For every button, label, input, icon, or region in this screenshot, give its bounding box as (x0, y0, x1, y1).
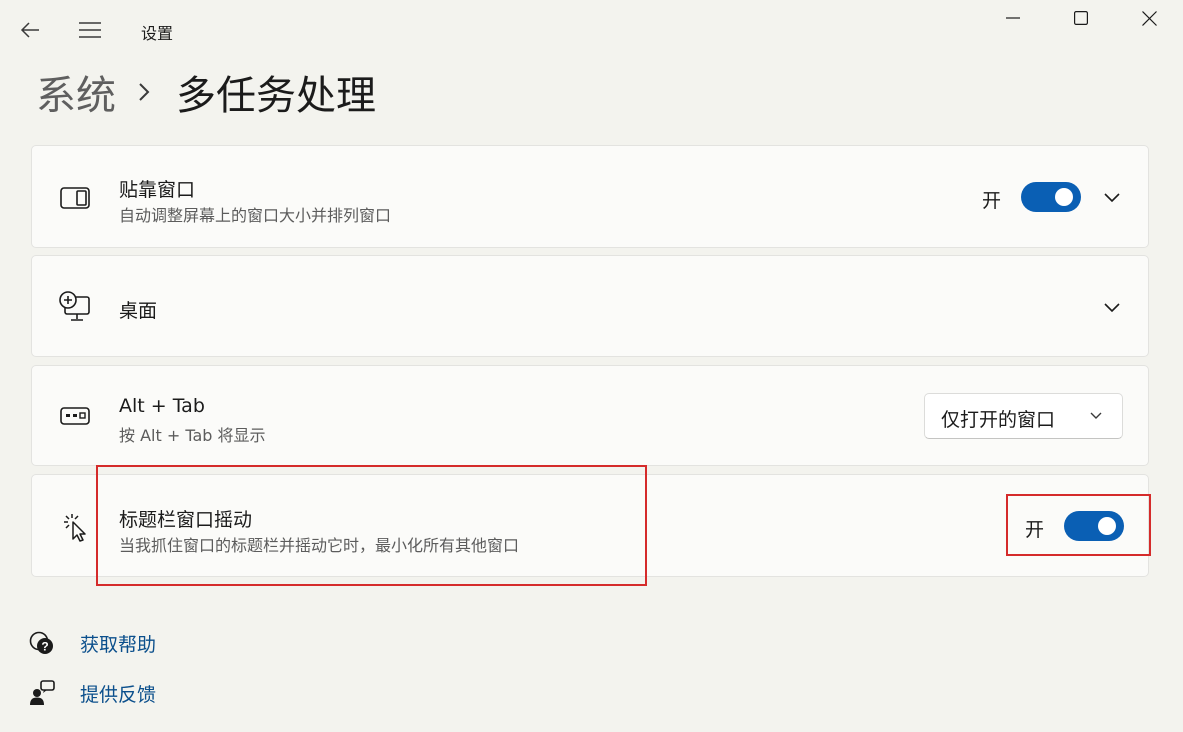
cursor-shake-icon (59, 511, 91, 543)
maximize-icon (1074, 11, 1088, 25)
setting-title: 贴靠窗口 (119, 179, 196, 201)
hamburger-icon (79, 22, 101, 38)
setting-alt-tab: Alt + Tab 按 Alt + Tab 将显示 仅打开的窗口 (31, 365, 1149, 466)
get-help-link[interactable]: ? 获取帮助 (28, 628, 156, 658)
snap-windows-toggle[interactable] (1021, 182, 1081, 212)
maximize-button[interactable] (1047, 0, 1115, 36)
svg-text:?: ? (41, 640, 48, 654)
title-bar: 设置 (0, 0, 1183, 60)
toggle-state-label: 开 (1025, 519, 1045, 541)
close-icon (1141, 10, 1157, 26)
dropdown-value: 仅打开的窗口 (941, 409, 1056, 431)
title-bar-shake-toggle[interactable] (1064, 511, 1124, 541)
chevron-right-icon (138, 82, 150, 102)
app-title: 设置 (141, 24, 174, 43)
keyboard-tab-icon (59, 400, 91, 432)
minimize-button[interactable] (979, 0, 1047, 36)
toggle-knob (1098, 517, 1116, 535)
breadcrumb-system-link[interactable]: 系统 (36, 63, 116, 121)
setting-subtitle: 自动调整屏幕上的窗口大小并排列窗口 (119, 206, 392, 225)
setting-subtitle: 当我抓住窗口的标题栏并摇动它时，最小化所有其他窗口 (119, 536, 520, 555)
breadcrumb: 系统 多任务处理 (36, 64, 376, 120)
minimize-icon (1006, 17, 1020, 19)
setting-title: 桌面 (119, 300, 158, 322)
expand-button[interactable] (1100, 186, 1124, 210)
setting-desktops[interactable]: 桌面 (31, 255, 1149, 357)
snap-window-icon (59, 182, 91, 214)
alt-tab-dropdown[interactable]: 仅打开的窗口 (924, 393, 1123, 439)
page-title: 多任务处理 (176, 73, 376, 119)
desktop-add-icon (59, 291, 91, 323)
back-button[interactable] (16, 16, 44, 44)
setting-snap-windows[interactable]: 贴靠窗口 自动调整屏幕上的窗口大小并排列窗口 开 (31, 145, 1149, 248)
arrow-left-icon (20, 22, 39, 38)
close-button[interactable] (1115, 0, 1183, 36)
chevron-down-icon (1086, 406, 1106, 426)
chevron-down-icon (1104, 193, 1120, 203)
setting-title-bar-shake: 标题栏窗口摇动 当我抓住窗口的标题栏并摇动它时，最小化所有其他窗口 开 (31, 474, 1149, 577)
expand-button[interactable] (1100, 296, 1124, 320)
give-feedback-link[interactable]: 提供反馈 (28, 678, 156, 708)
setting-title: 标题栏窗口摇动 (119, 509, 253, 531)
help-chat-icon: ? (28, 629, 56, 657)
menu-button[interactable] (76, 16, 104, 44)
get-help-label[interactable]: 获取帮助 (80, 630, 156, 657)
chevron-down-icon (1104, 303, 1120, 313)
setting-title: Alt + Tab (119, 395, 205, 417)
toggle-state-label: 开 (982, 190, 1002, 212)
setting-subtitle: 按 Alt + Tab 将显示 (119, 426, 266, 445)
give-feedback-label[interactable]: 提供反馈 (80, 680, 156, 707)
toggle-knob (1055, 188, 1073, 206)
feedback-person-icon (28, 679, 56, 707)
